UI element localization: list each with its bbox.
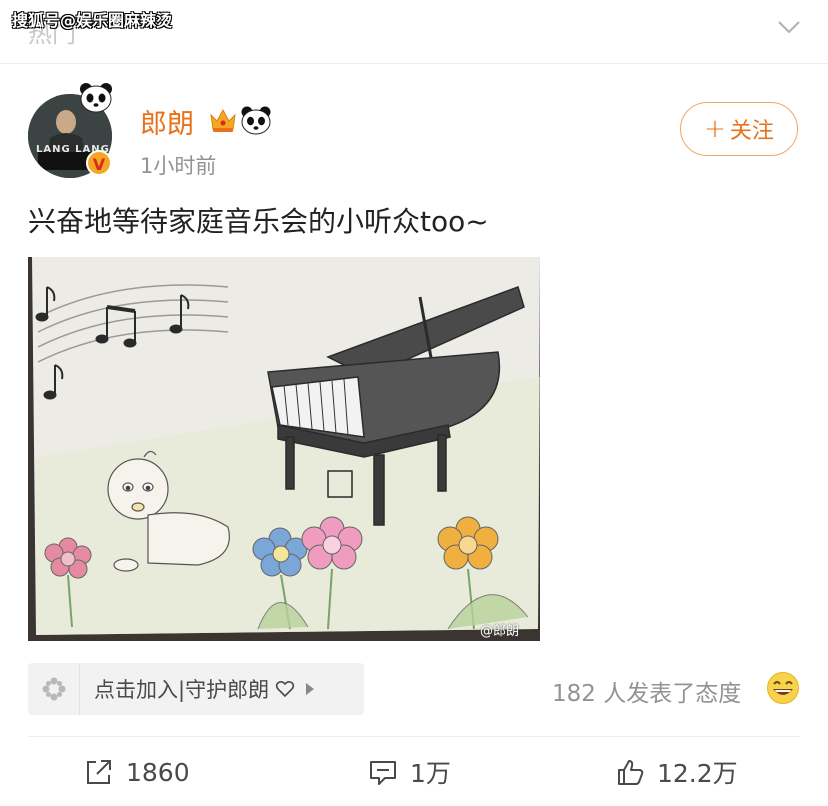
divider (28, 736, 800, 737)
fan-club-icon-box (28, 663, 80, 715)
comment-count: 1万 (410, 759, 451, 788)
attitude-count[interactable]: 182 人发表了态度 (552, 674, 741, 708)
panda-icon (241, 106, 271, 135)
verified-badge: V (86, 150, 112, 176)
follow-label: 关注 (729, 119, 774, 144)
username[interactable]: 郎朗 (140, 102, 194, 141)
laughing-emoji-icon[interactable] (766, 671, 800, 705)
post-image[interactable] (28, 257, 540, 641)
image-watermark: @郎朗 (480, 624, 520, 639)
thumbs-up-icon (618, 760, 644, 785)
follow-button[interactable]: + 关注 (680, 102, 798, 156)
repost-count: 1860 (126, 757, 190, 787)
like-count: 12.2万 (657, 759, 738, 788)
post-timestamp: 1小时前 (140, 154, 217, 178)
share-icon (87, 760, 111, 784)
chevron-down-icon[interactable] (776, 14, 802, 40)
panda-pendant-icon (80, 83, 112, 113)
repost-button[interactable]: 1860 (84, 752, 190, 792)
divider (0, 63, 828, 64)
like-button[interactable]: 12.2万 (615, 752, 738, 792)
heart-outline-icon (275, 680, 295, 698)
badge-icon (42, 677, 65, 701)
fan-club-button[interactable]: 点击加入|守护郎朗 (28, 663, 364, 715)
fan-club-label: 点击加入|守护郎朗 (94, 678, 270, 702)
crown-icon (210, 108, 236, 132)
source-watermark: 搜狐号@娱乐圈麻辣烫 (12, 11, 173, 30)
drawing-illustration (28, 257, 540, 641)
comment-icon (370, 761, 396, 785)
post-text: 兴奋地等待家庭音乐会的小听众too~ (28, 205, 489, 238)
plus-icon: + (704, 114, 726, 144)
arrow-right-icon (306, 683, 315, 695)
comment-button[interactable]: 1万 (368, 752, 451, 792)
